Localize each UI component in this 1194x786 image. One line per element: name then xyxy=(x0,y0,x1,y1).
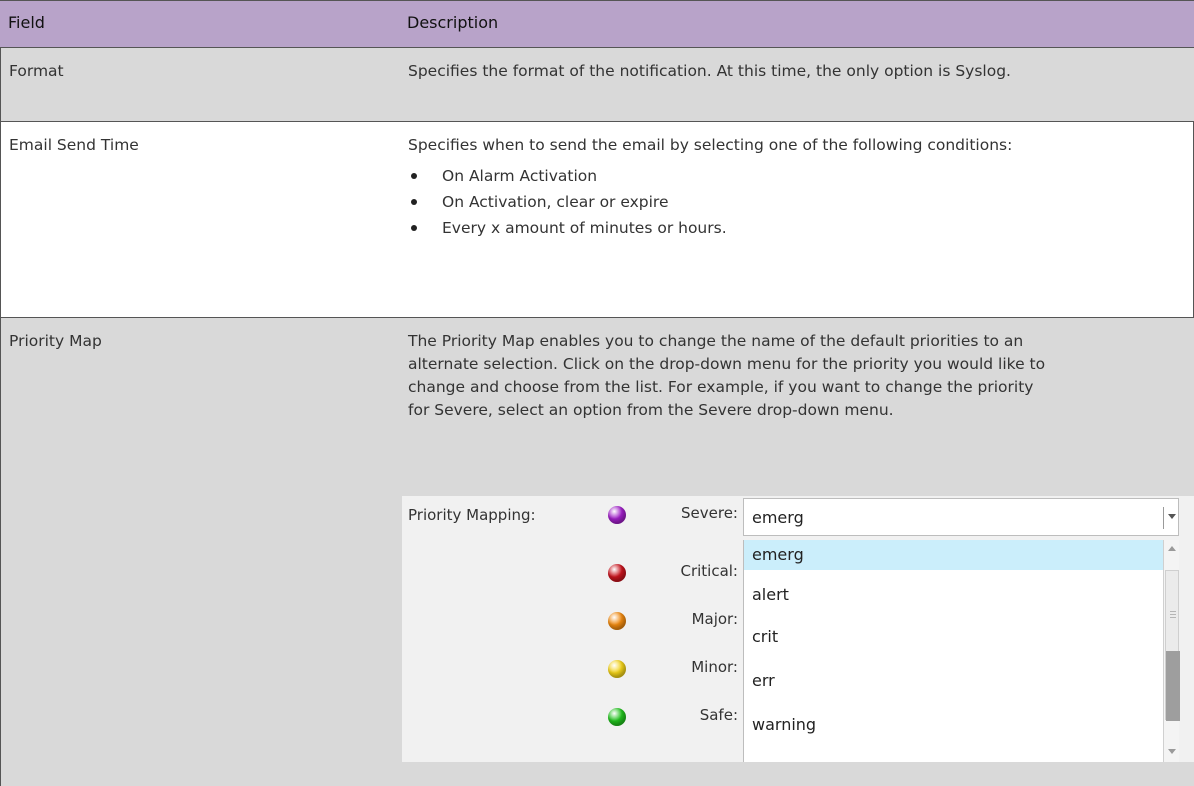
table-header-row: Field Description xyxy=(0,0,1194,48)
field-name: Email Send Time xyxy=(9,136,139,154)
priority-label: Major: xyxy=(691,610,738,628)
priority-row-major: Major: xyxy=(402,606,742,636)
scrollbar-thumb[interactable] xyxy=(1165,570,1180,721)
table-row-email-send-time: Email Send Time Specifies when to send t… xyxy=(0,122,1194,318)
dropdown-option-crit[interactable]: crit xyxy=(744,622,1164,652)
field-name: Format xyxy=(9,62,64,80)
safe-priority-icon xyxy=(608,708,626,726)
list-item: On Activation, clear or expire xyxy=(408,189,1108,215)
dropdown-option-alert[interactable]: alert xyxy=(744,580,1164,610)
priority-label: Safe: xyxy=(699,706,738,724)
select-divider xyxy=(1163,507,1164,529)
table-row-format: Format Specifies the format of the notif… xyxy=(0,48,1194,122)
minor-priority-icon xyxy=(608,660,626,678)
priority-label: Critical: xyxy=(680,562,738,580)
scrollbar-track-shade xyxy=(1166,651,1180,721)
dropdown-option-warning[interactable]: warning xyxy=(744,710,1164,740)
dropdown-option-emerg[interactable]: emerg xyxy=(744,540,1164,570)
critical-priority-icon xyxy=(608,564,626,582)
list-item: Every x amount of minutes or hours. xyxy=(408,215,1108,241)
major-priority-icon xyxy=(608,612,626,630)
scroll-up-icon[interactable] xyxy=(1168,546,1176,551)
scroll-down-icon[interactable] xyxy=(1168,749,1176,754)
header-description: Description xyxy=(407,13,499,32)
grip-icon xyxy=(1170,611,1176,612)
priority-label: Minor: xyxy=(691,658,738,676)
chevron-down-icon[interactable] xyxy=(1168,514,1176,519)
list-item: On Alarm Activation xyxy=(408,163,1108,189)
severe-priority-icon xyxy=(608,506,626,524)
dropdown-option-err[interactable]: err xyxy=(744,666,1164,696)
priority-dropdown-list: emerg alert crit err warning xyxy=(743,540,1180,762)
header-field: Field xyxy=(8,13,45,32)
bullet-icon xyxy=(411,225,417,231)
field-name: Priority Map xyxy=(9,332,102,350)
priority-row-critical: Critical: xyxy=(402,558,742,588)
field-description: Specifies when to send the email by sele… xyxy=(408,134,1108,241)
bullet-icon xyxy=(411,173,417,179)
select-value: emerg xyxy=(752,508,804,527)
bullet-icon xyxy=(411,199,417,205)
conditions-list: On Alarm Activation On Activation, clear… xyxy=(408,163,1108,241)
dropdown-scrollbar[interactable] xyxy=(1163,540,1180,762)
priority-label: Severe: xyxy=(681,504,738,522)
severe-priority-select[interactable]: emerg xyxy=(743,498,1179,536)
priority-row-minor: Minor: xyxy=(402,654,742,684)
priority-mapping-panel: Priority Mapping: Severe: Critical: Majo… xyxy=(402,496,1194,762)
priority-row-severe: Severe: xyxy=(402,500,742,530)
field-description: Specifies the format of the notification… xyxy=(408,62,1011,80)
priority-row-safe: Safe: xyxy=(402,702,742,732)
field-description: The Priority Map enables you to change t… xyxy=(408,332,1046,419)
